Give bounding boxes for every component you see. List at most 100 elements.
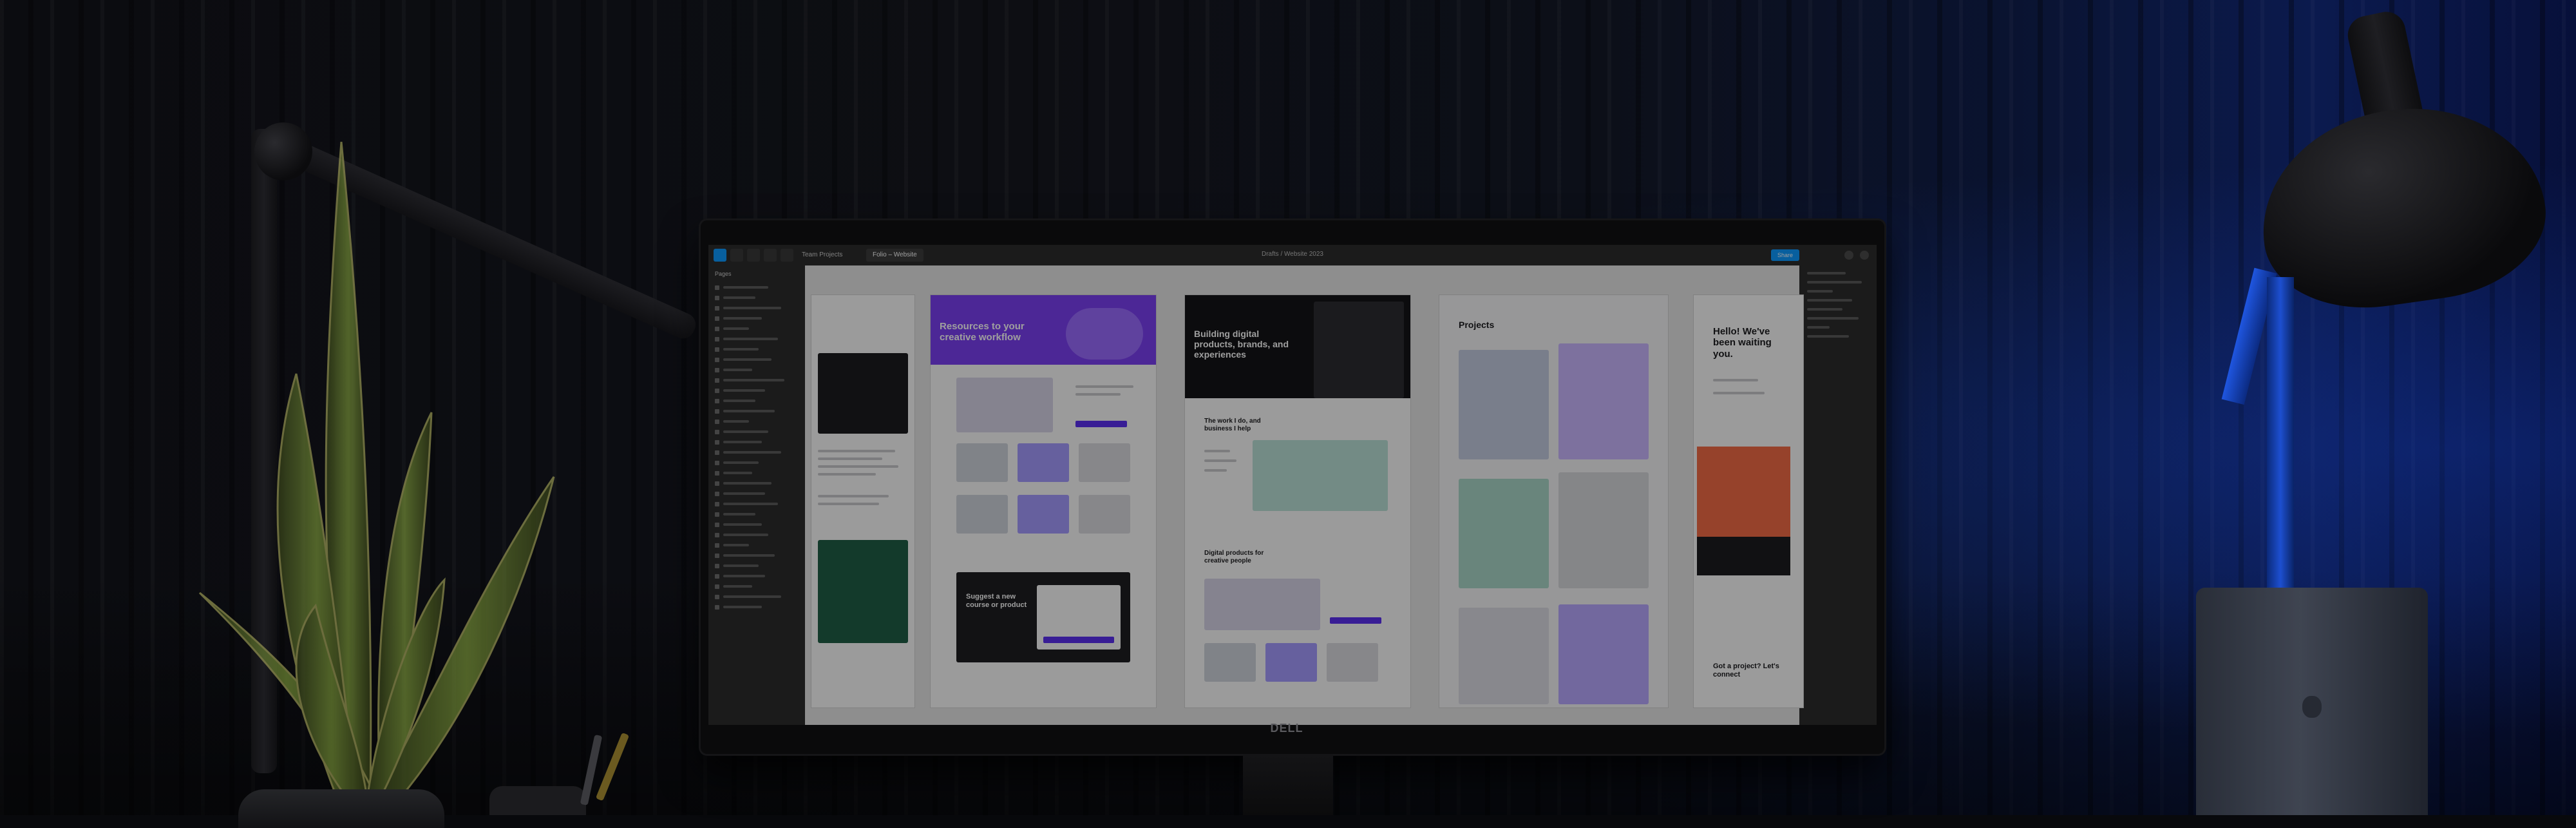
- layer-icon: [715, 604, 719, 610]
- plant-pot: [238, 789, 444, 828]
- tab-folio-website[interactable]: Folio – Website: [866, 249, 923, 262]
- topbar-actions: [1844, 251, 1869, 260]
- layer-row[interactable]: [715, 334, 805, 344]
- layer-row[interactable]: [715, 406, 805, 416]
- layer-icon: [715, 305, 719, 311]
- figma-toolbar: Team Projects Folio – Website Drafts / W…: [708, 245, 1877, 266]
- share-button[interactable]: Share: [1770, 249, 1799, 261]
- layer-row[interactable]: [715, 375, 805, 385]
- layer-row[interactable]: [715, 313, 805, 323]
- text-tool-icon[interactable]: [781, 249, 793, 262]
- layer-icon: [715, 450, 719, 455]
- layer-icon: [715, 336, 719, 342]
- tab-team-projects[interactable]: Team Projects: [795, 249, 849, 262]
- layer-row[interactable]: [715, 602, 805, 612]
- layer-row[interactable]: [715, 592, 805, 602]
- file-title: Drafts / Website 2023: [1262, 251, 1323, 258]
- layer-icon: [715, 512, 719, 517]
- layer-row[interactable]: [715, 385, 805, 396]
- lamp-pole-blue: [2267, 277, 2294, 612]
- layer-icon: [715, 316, 719, 321]
- layer-icon: [715, 388, 719, 393]
- layer-icon: [715, 584, 719, 589]
- layer-row[interactable]: [715, 354, 805, 365]
- layer-icon: [715, 326, 719, 331]
- layer-row[interactable]: [715, 365, 805, 375]
- layer-icon: [715, 409, 719, 414]
- frame-about[interactable]: [811, 295, 914, 708]
- layer-icon: [715, 429, 719, 434]
- layer-icon: [715, 470, 719, 476]
- layer-icon: [715, 419, 719, 424]
- layer-row[interactable]: [715, 416, 805, 427]
- work-section-title: The work I do, and business I help: [1204, 418, 1261, 432]
- layer-row[interactable]: [715, 571, 805, 581]
- layer-row[interactable]: [715, 447, 805, 457]
- pencil-cup: [489, 786, 586, 815]
- layer-icon: [715, 439, 719, 445]
- projects-title: Projects: [1459, 320, 1495, 330]
- move-tool-icon[interactable]: [714, 249, 726, 262]
- layer-row[interactable]: [715, 457, 805, 468]
- portrait-image: [818, 353, 908, 434]
- layer-row[interactable]: [715, 303, 805, 313]
- layer-icon: [715, 285, 719, 290]
- layers-header: Pages: [715, 271, 732, 277]
- apple-logo-icon: [2302, 696, 2322, 718]
- layer-icon: [715, 573, 719, 579]
- snake-plant: [198, 142, 555, 800]
- layers-panel: Pages: [708, 265, 806, 725]
- zoom-icon[interactable]: [1860, 251, 1869, 260]
- layer-icon: [715, 460, 719, 465]
- layer-row[interactable]: [715, 427, 805, 437]
- pen-tool-icon[interactable]: [764, 249, 777, 262]
- layer-icon: [715, 594, 719, 599]
- hello-title: Hello! We've been waiting you.: [1713, 326, 1772, 360]
- layer-icon: [715, 347, 719, 352]
- layer-row[interactable]: [715, 581, 805, 592]
- layer-icon: [715, 398, 719, 403]
- layer-row[interactable]: [715, 344, 805, 354]
- layer-icon: [715, 501, 719, 506]
- layer-row[interactable]: [715, 509, 805, 519]
- layer-row[interactable]: [715, 530, 805, 540]
- frame-resources[interactable]: Resources to your creative workflow Sugg…: [931, 295, 1156, 708]
- figma-canvas[interactable]: Resources to your creative workflow Sugg…: [805, 265, 1803, 725]
- layer-row[interactable]: [715, 488, 805, 499]
- monitor-stand: [1243, 754, 1333, 815]
- suggest-course-title: Suggest a new course or product: [966, 593, 1027, 609]
- figma-tool-group: [714, 249, 793, 262]
- layer-icon: [715, 481, 719, 486]
- frame-tool-icon[interactable]: [730, 249, 743, 262]
- layer-row[interactable]: [715, 540, 805, 550]
- frame-home[interactable]: Building digital products, brands, and e…: [1185, 295, 1410, 708]
- orange-block: [1697, 447, 1790, 537]
- monitor-screen: Team Projects Folio – Website Drafts / W…: [708, 245, 1877, 725]
- layer-row[interactable]: [715, 437, 805, 447]
- layer-row[interactable]: [715, 468, 805, 478]
- layer-row[interactable]: [715, 499, 805, 509]
- layer-row[interactable]: [715, 293, 805, 303]
- contact-cta-title: Got a project? Let's connect: [1713, 662, 1779, 679]
- green-section: [818, 540, 908, 643]
- frame-projects[interactable]: Projects: [1439, 295, 1668, 708]
- layer-row[interactable]: [715, 282, 805, 293]
- layer-icon: [715, 491, 719, 496]
- layer-row[interactable]: [715, 323, 805, 334]
- properties-panel: [1799, 265, 1877, 725]
- play-icon[interactable]: [1844, 251, 1853, 260]
- layer-icon: [715, 563, 719, 568]
- frame-contact[interactable]: Hello! We've been waiting you. Got a pro…: [1694, 295, 1803, 708]
- shape-tool-icon[interactable]: [747, 249, 760, 262]
- layer-icon: [715, 367, 719, 372]
- layer-row[interactable]: [715, 519, 805, 530]
- layer-icon: [715, 532, 719, 537]
- products-section-title: Digital products for creative people: [1204, 550, 1264, 564]
- layer-icon: [715, 553, 719, 558]
- layer-row[interactable]: [715, 478, 805, 488]
- layer-row[interactable]: [715, 396, 805, 406]
- layer-row[interactable]: [715, 550, 805, 561]
- layer-icon: [715, 295, 719, 300]
- layer-row[interactable]: [715, 561, 805, 571]
- layer-icon: [715, 543, 719, 548]
